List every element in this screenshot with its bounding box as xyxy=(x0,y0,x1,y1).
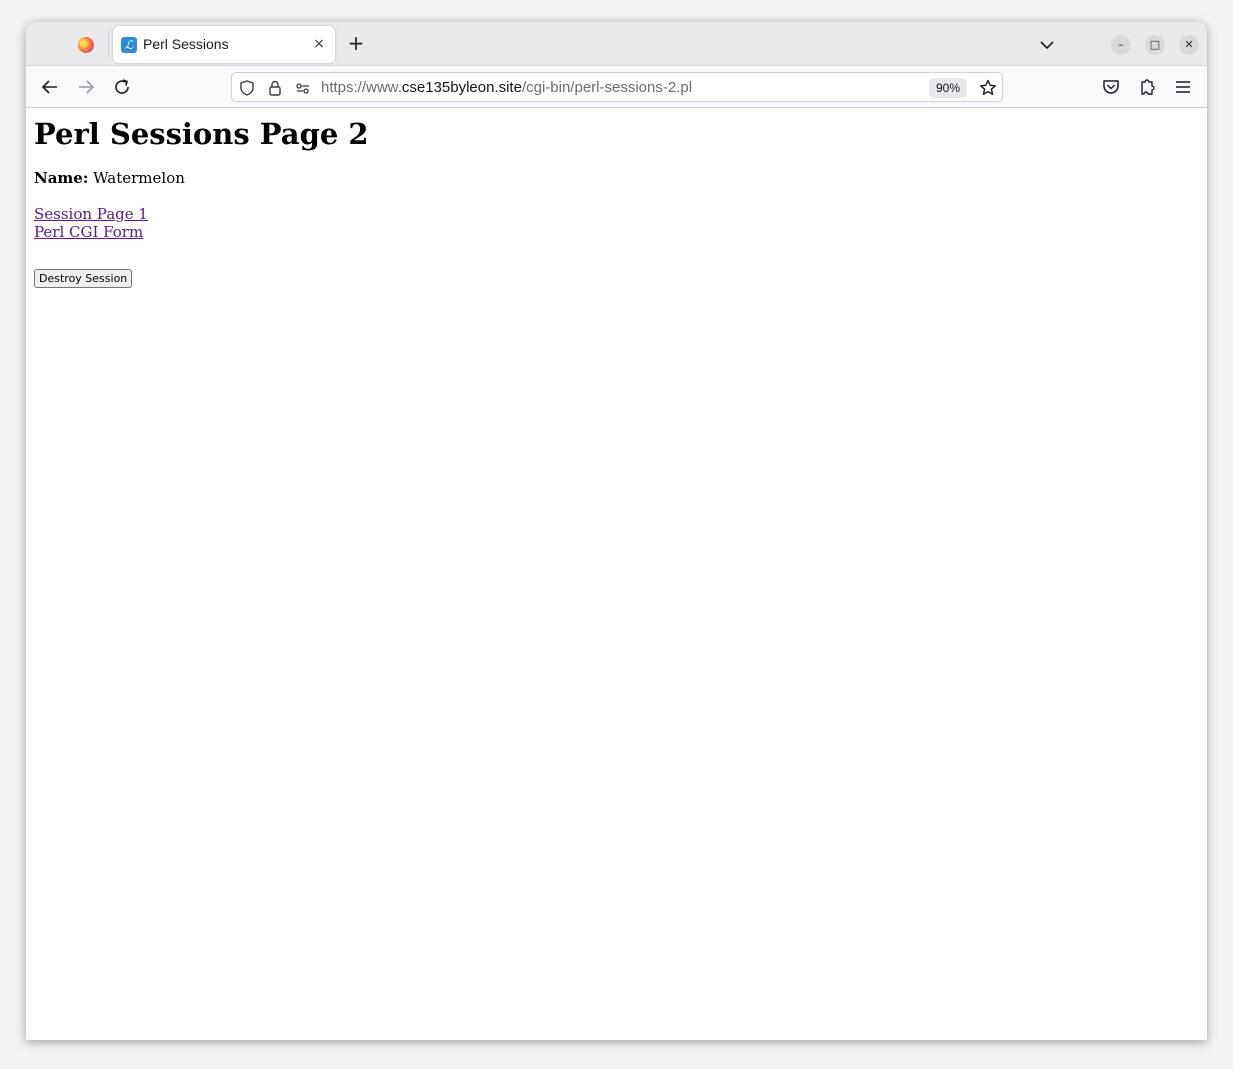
session-page-1-link[interactable]: Session Page 1 xyxy=(34,205,1199,223)
url-host: cse135byleon.site xyxy=(401,79,522,96)
maximize-button[interactable]: □ xyxy=(1145,35,1165,55)
extensions-puzzle-icon[interactable] xyxy=(1136,76,1158,98)
tab-separator xyxy=(108,30,109,58)
perl-cgi-form-link[interactable]: Perl CGI Form xyxy=(34,223,1199,241)
name-line: Name: Watermelon xyxy=(34,169,1199,187)
list-all-tabs-icon[interactable] xyxy=(1036,34,1058,56)
name-value: Watermelon xyxy=(93,169,185,187)
tab-perl-sessions[interactable]: ℒ Perl Sessions × xyxy=(113,26,335,63)
new-tab-button[interactable]: + xyxy=(344,32,368,56)
forward-arrow-icon[interactable] xyxy=(74,75,98,99)
zoom-level-badge[interactable]: 90% xyxy=(929,78,967,98)
minimize-button[interactable]: – xyxy=(1111,35,1131,55)
tracking-protection-shield-icon[interactable] xyxy=(238,79,256,97)
hamburger-menu-icon[interactable] xyxy=(1172,76,1194,98)
url-text[interactable]: https://www.cse135byleon.site/cgi-bin/pe… xyxy=(321,79,692,96)
page-content: Perl Sessions Page 2 Name: Watermelon Se… xyxy=(26,109,1207,1040)
url-path: /cgi-bin/perl-sessions-2.pl xyxy=(521,79,693,96)
page-title: Perl Sessions Page 2 xyxy=(34,117,369,151)
permissions-icon[interactable] xyxy=(294,79,312,97)
close-window-button[interactable]: ✕ xyxy=(1179,35,1199,55)
address-bar[interactable]: https://www.cse135byleon.site/cgi-bin/pe… xyxy=(231,72,1003,102)
reload-icon[interactable] xyxy=(110,75,134,99)
favicon-icon: ℒ xyxy=(121,37,137,53)
navigation-toolbar: https://www.cse135byleon.site/cgi-bin/pe… xyxy=(26,66,1207,108)
bookmark-star-icon[interactable] xyxy=(978,78,998,98)
tab-close-icon[interactable]: × xyxy=(310,35,328,53)
lock-icon[interactable] xyxy=(266,79,284,97)
tab-title: Perl Sessions xyxy=(143,36,229,52)
pocket-icon[interactable] xyxy=(1100,76,1122,98)
destroy-session-button[interactable]: Destroy Session xyxy=(34,269,133,288)
browser-window: ℒ Perl Sessions × + – □ ✕ https://www.cs… xyxy=(26,22,1207,1040)
back-arrow-icon[interactable] xyxy=(38,75,62,99)
url-prefix: https://www. xyxy=(321,79,402,96)
firefox-logo-icon xyxy=(78,37,94,53)
name-label: Name: xyxy=(34,169,89,187)
link-list: Session Page 1 Perl CGI Form xyxy=(34,205,1199,241)
tab-strip: ℒ Perl Sessions × + – □ ✕ xyxy=(26,22,1207,66)
